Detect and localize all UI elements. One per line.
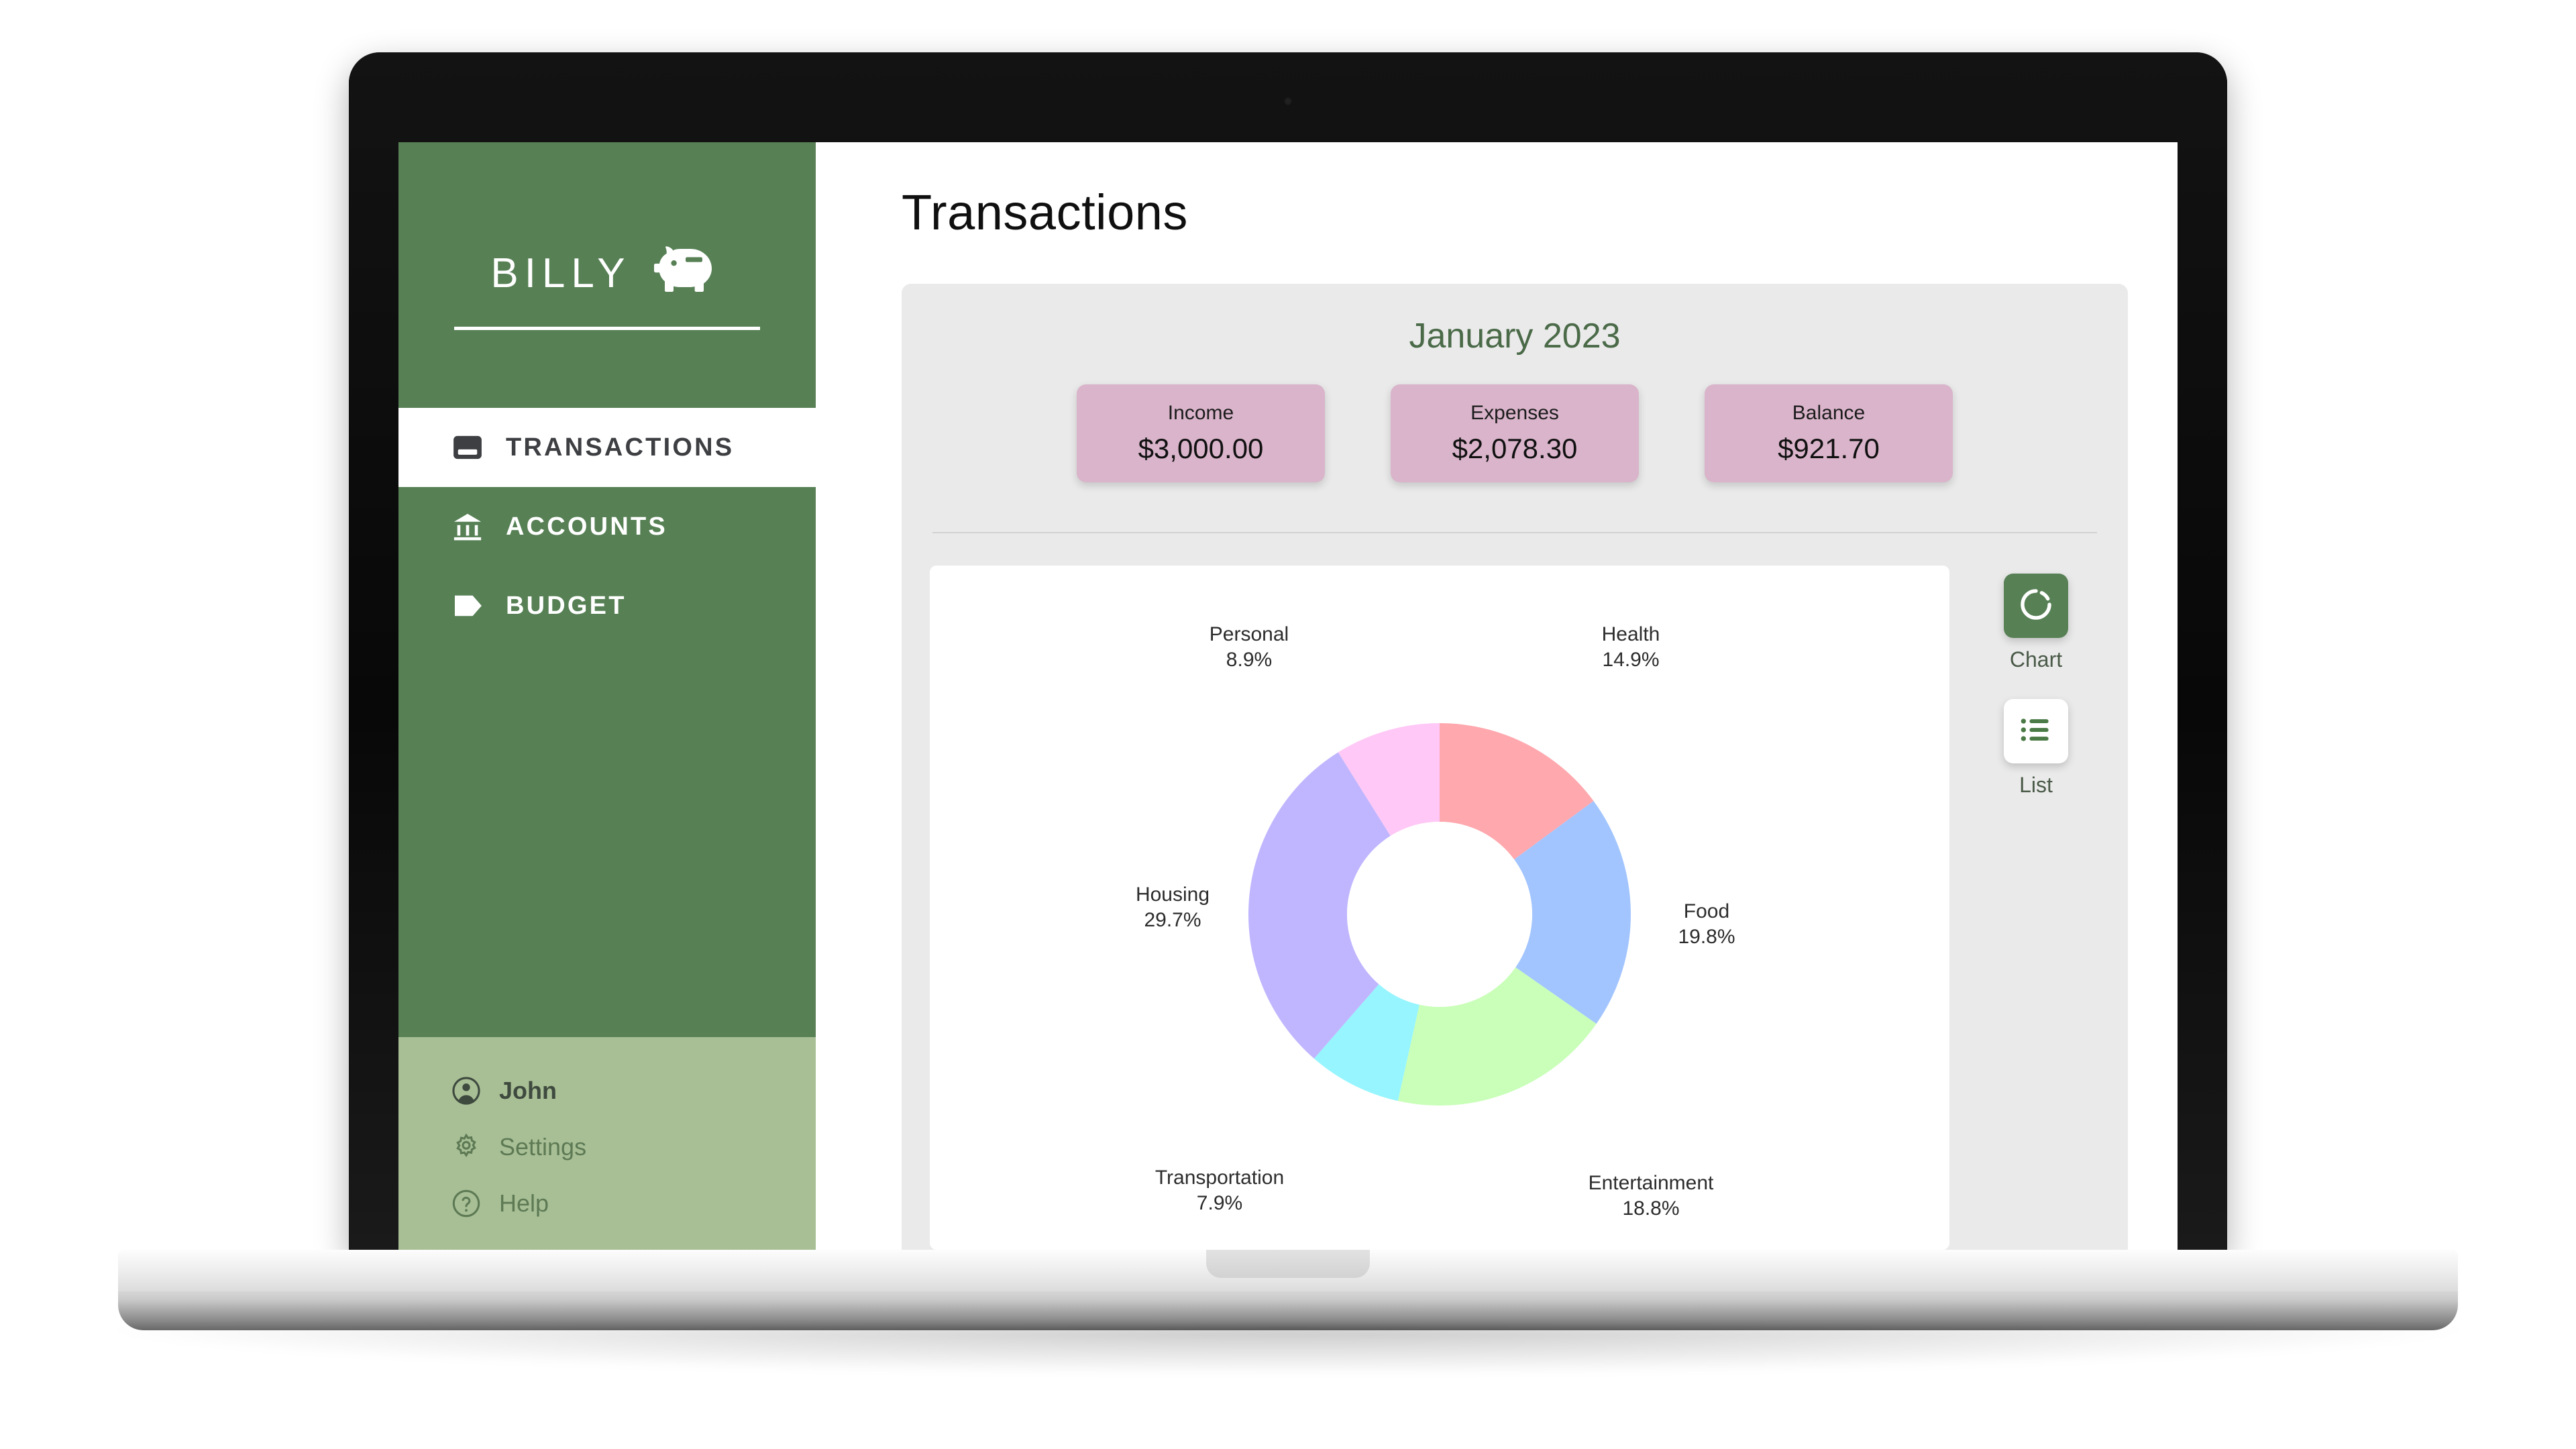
tag-icon bbox=[451, 589, 484, 623]
panel-header: January 2023 Income $3,000.00 Expenses $… bbox=[902, 284, 2128, 509]
chart-view-button[interactable] bbox=[2004, 574, 2068, 638]
brand-header: BILLY bbox=[398, 142, 816, 404]
list-view-button[interactable] bbox=[2004, 699, 2068, 763]
summary-card-value: $3,000.00 bbox=[1138, 433, 1264, 464]
sidebar-item-accounts[interactable]: ACCOUNTS bbox=[398, 487, 816, 566]
webcam-icon bbox=[1283, 97, 1293, 106]
chart-view-label: Chart bbox=[2009, 647, 2063, 672]
question-circle-icon bbox=[451, 1188, 482, 1219]
sidebar-item-transactions[interactable]: TRANSACTIONS bbox=[398, 408, 816, 487]
summary-card-value: $921.70 bbox=[1778, 433, 1880, 464]
user-circle-icon bbox=[451, 1075, 482, 1106]
donut-chart-icon bbox=[2017, 586, 2055, 627]
sidebar-item-label: BUDGET bbox=[506, 591, 627, 620]
sidebar-item-help[interactable]: Help bbox=[398, 1175, 816, 1232]
summary-card-balance[interactable]: Balance $921.70 bbox=[1705, 384, 1953, 482]
list-icon bbox=[2019, 712, 2053, 751]
laptop-base-notch bbox=[1206, 1250, 1370, 1278]
summary-cards: Income $3,000.00 Expenses $2,078.30 Bala… bbox=[902, 384, 2128, 482]
sidebar-item-label: TRANSACTIONS bbox=[506, 433, 735, 462]
laptop-shadow bbox=[118, 1327, 2458, 1374]
laptop-mockup: BILLY TRANSACTIONS ACCOUNTS BUDGET John … bbox=[118, 52, 2458, 1374]
sidebar-footer-label: Settings bbox=[499, 1133, 587, 1161]
list-view-label: List bbox=[2019, 773, 2053, 797]
month-title: January 2023 bbox=[1409, 317, 1621, 356]
billy-app: BILLY TRANSACTIONS ACCOUNTS BUDGET John … bbox=[398, 142, 2178, 1254]
transactions-panel: January 2023 Income $3,000.00 Expenses $… bbox=[902, 284, 2128, 1254]
sidebar-footer: John Settings Help bbox=[398, 1037, 816, 1254]
brand-name: BILLY bbox=[490, 250, 631, 297]
view-toggle-group: Chart List bbox=[1972, 566, 2100, 815]
donut-chart-svg: Health 14.9% Food 19.8% Entertainment 18.8% Tr… bbox=[1136, 623, 1735, 1220]
donut-hole bbox=[1347, 822, 1532, 1007]
laptop-screen: BILLY TRANSACTIONS ACCOUNTS BUDGET John … bbox=[398, 142, 2178, 1254]
sidebar: BILLY TRANSACTIONS ACCOUNTS BUDGET John … bbox=[398, 142, 816, 1254]
sidebar-item-budget[interactable]: BUDGET bbox=[398, 566, 816, 645]
donut-label-entertainment: Entertainment 18.8% bbox=[1589, 1172, 1714, 1220]
bank-icon bbox=[451, 510, 484, 543]
gear-icon bbox=[451, 1132, 482, 1163]
summary-card-income[interactable]: Income $3,000.00 bbox=[1077, 384, 1325, 482]
donut-label-food: Food 19.8% bbox=[1678, 900, 1735, 948]
laptop-lid: BILLY TRANSACTIONS ACCOUNTS BUDGET John … bbox=[349, 52, 2227, 1254]
summary-card-label: Income bbox=[1167, 402, 1234, 424]
brand-divider bbox=[454, 326, 760, 330]
donut-label-health: Health 14.9% bbox=[1602, 623, 1660, 671]
donut-label-personal: Personal 8.9% bbox=[1210, 623, 1289, 671]
credit-card-icon bbox=[451, 431, 484, 464]
sidebar-item-settings[interactable]: Settings bbox=[398, 1119, 816, 1175]
screenshot-stage: BILLY TRANSACTIONS ACCOUNTS BUDGET John … bbox=[0, 0, 2576, 1449]
donut-label-housing: Housing 29.7% bbox=[1136, 883, 1210, 931]
sidebar-item-label: ACCOUNTS bbox=[506, 512, 667, 541]
piggy-bank-icon bbox=[651, 242, 724, 305]
panel-body: Health 14.9% Food 19.8% Entertainment 18.8% Tr… bbox=[902, 533, 2128, 1250]
laptop-base bbox=[118, 1250, 2458, 1330]
donut-label-transportation: Transportation 7.9% bbox=[1155, 1167, 1284, 1214]
sidebar-nav: TRANSACTIONS ACCOUNTS BUDGET bbox=[398, 408, 816, 645]
expense-donut-chart: Health 14.9% Food 19.8% Entertainment 18.8% Tr… bbox=[930, 566, 1949, 1250]
summary-card-label: Balance bbox=[1792, 402, 1866, 424]
sidebar-item-user[interactable]: John bbox=[398, 1063, 816, 1119]
page-title: Transactions bbox=[902, 184, 1188, 240]
sidebar-footer-label: John bbox=[499, 1077, 557, 1104]
summary-card-expenses[interactable]: Expenses $2,078.30 bbox=[1391, 384, 1639, 482]
sidebar-footer-label: Help bbox=[499, 1189, 549, 1217]
summary-card-label: Expenses bbox=[1470, 402, 1559, 424]
main-content: Transactions January 2023 Income $3,000.… bbox=[816, 142, 2178, 1254]
summary-card-value: $2,078.30 bbox=[1452, 433, 1578, 464]
